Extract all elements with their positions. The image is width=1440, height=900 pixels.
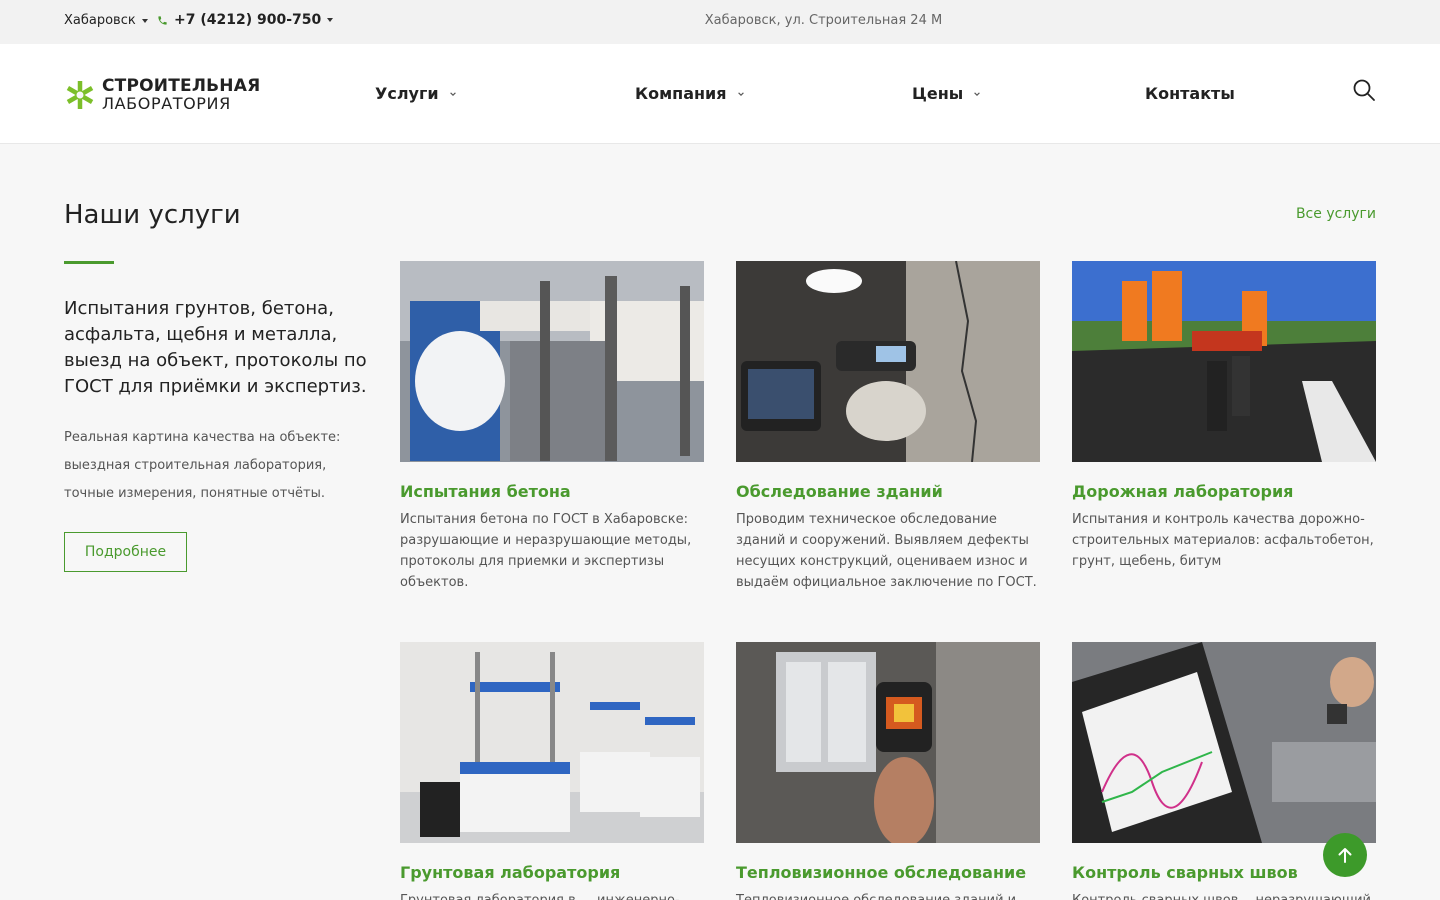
- all-services-link[interactable]: Все услуги: [1296, 206, 1376, 222]
- card-text: Испытания бетона по ГОСТ в Хабаровске: р…: [400, 512, 692, 590]
- card-text: Проводим техническое обследование зданий…: [736, 512, 1037, 590]
- road-laboratory-image: [1072, 261, 1376, 462]
- service-card-thermal[interactable]: Тепловизионное обследование Тепловизионн…: [736, 642, 1040, 900]
- nav-prices-label: Цены: [912, 84, 964, 103]
- title-underline: [64, 261, 114, 264]
- nav-contacts-label: Контакты: [1145, 84, 1235, 103]
- soil-laboratory-image: [400, 642, 704, 843]
- service-card-soil[interactable]: Грунтовая лаборатория Грунтовая лаборато…: [400, 642, 704, 900]
- service-card-concrete[interactable]: Испытания бетона Испытания бетона по ГОС…: [400, 261, 704, 593]
- search-icon[interactable]: [1352, 78, 1376, 102]
- services-lead: Испытания грунтов, бетона, асфальта, щеб…: [64, 298, 367, 397]
- card-text: Грунтовая лаборатория в — инженерно-: [400, 890, 704, 900]
- nav-company-label: Компания: [635, 84, 727, 103]
- scroll-to-top-button[interactable]: [1323, 833, 1367, 877]
- card-title: Испытания бетона: [400, 482, 571, 501]
- card-title: Тепловизионное обследование: [736, 863, 1027, 882]
- service-card-buildings[interactable]: Обследование зданий Проводим техническое…: [736, 261, 1040, 593]
- services-description: Реальная картина качества на объекте: вы…: [64, 430, 341, 501]
- card-title: Грунтовая лаборатория: [400, 863, 621, 882]
- top-bar: Хабаровск +7 (4212) 900-750 Хабаровск, у…: [0, 0, 1440, 44]
- card-title: Дорожная лаборатория: [1072, 482, 1294, 501]
- logo-title: СТРОИТЕЛЬНАЯ: [102, 76, 261, 96]
- section-title: Наши услуги: [64, 200, 241, 230]
- card-text: Испытания и контроль качества дорожно-ст…: [1072, 512, 1374, 569]
- more-button[interactable]: Подробнее: [64, 532, 187, 572]
- chevron-down-icon: [974, 91, 981, 96]
- thermal-inspection-image: [736, 642, 1040, 843]
- nav-contacts[interactable]: Контакты: [1145, 84, 1235, 103]
- logo-subtitle: ЛАБОРАТОРИЯ: [102, 94, 231, 113]
- nav-company[interactable]: Компания: [635, 84, 745, 103]
- card-title: Обследование зданий: [736, 482, 943, 501]
- card-text: Контроль сварных швов— неразрушающий: [1072, 890, 1376, 900]
- chevron-down-icon: [449, 91, 456, 96]
- chevron-down-icon: [737, 91, 744, 96]
- building-inspection-image: [736, 261, 1040, 462]
- card-text: Тепловизионное обследование зданий и: [736, 890, 1040, 900]
- concrete-testing-image: [400, 261, 704, 462]
- logo[interactable]: СТРОИТЕЛЬНАЯ ЛАБОРАТОРИЯ: [64, 78, 260, 112]
- main-header: СТРОИТЕЛЬНАЯ ЛАБОРАТОРИЯ Услуги Компания…: [0, 44, 1440, 144]
- address-text: Хабаровск, ул. Строительная 24 М: [704, 13, 943, 28]
- arrow-up-icon: [1338, 848, 1352, 863]
- weld-inspection-image: [1072, 642, 1376, 843]
- nav-prices[interactable]: Цены: [912, 84, 981, 103]
- logo-asterisk-icon: [66, 81, 94, 109]
- service-card-road[interactable]: Дорожная лаборатория Испытания и контрол…: [1072, 261, 1376, 572]
- nav-services-label: Услуги: [375, 84, 439, 103]
- nav-services[interactable]: Услуги: [375, 84, 457, 103]
